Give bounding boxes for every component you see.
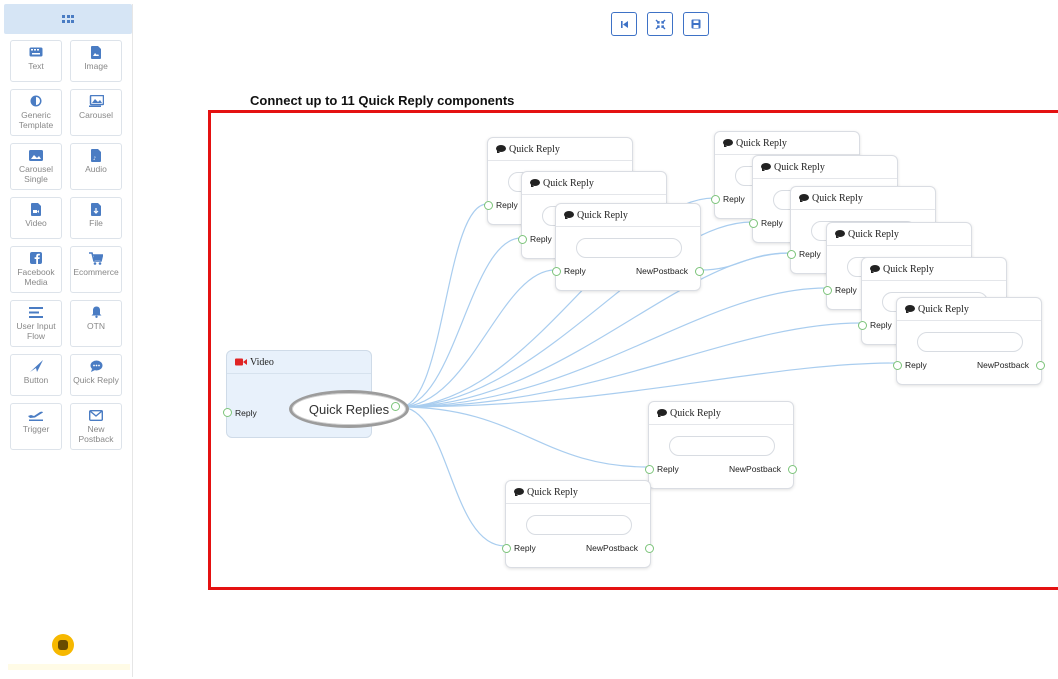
reply-label: Reply — [530, 234, 552, 244]
chat-bubble-icon — [799, 194, 809, 202]
reply-label: Reply — [564, 266, 586, 276]
wire — [399, 406, 649, 468]
hub-output-port[interactable] — [391, 402, 400, 411]
postback-label: NewPostback — [586, 543, 638, 553]
input-port[interactable] — [518, 235, 527, 244]
postback-label: NewPostback — [729, 464, 781, 474]
node-title: Quick Reply — [848, 228, 899, 240]
chat-bubble-icon — [835, 230, 845, 238]
node-header: Video — [227, 351, 371, 374]
chat-bubble-icon — [514, 488, 524, 496]
chat-bubble-icon — [723, 139, 733, 147]
wire — [399, 237, 522, 408]
node-header: Quick Reply — [522, 172, 666, 195]
input-port[interactable] — [823, 286, 832, 295]
input-port[interactable] — [749, 219, 758, 228]
node-title: Quick Reply — [670, 407, 721, 419]
quick-reply-node[interactable]: Quick Reply Reply NewPostback — [502, 480, 654, 568]
node-header: Quick Reply — [649, 402, 793, 425]
reply-label: Reply — [870, 320, 892, 330]
node-title: Quick Reply — [883, 263, 934, 275]
input-port[interactable] — [858, 321, 867, 330]
node-title: Quick Reply — [527, 486, 578, 498]
reply-text-input[interactable] — [917, 332, 1023, 352]
reply-text-input[interactable] — [576, 238, 682, 258]
node-header: Quick Reply — [791, 187, 935, 210]
node-title: Quick Reply — [918, 303, 969, 315]
input-port[interactable] — [223, 408, 232, 417]
quick-reply-node[interactable]: Quick Reply Reply NewPostback — [645, 401, 797, 489]
hub-label: Quick Replies — [308, 401, 390, 417]
chat-bubble-icon — [530, 179, 540, 187]
quick-reply-node[interactable]: Quick Reply Reply NewPostback — [552, 203, 704, 291]
node-header: Quick Reply — [488, 138, 632, 161]
node-title: Quick Reply — [577, 209, 628, 221]
node-header: Quick Reply — [862, 258, 1006, 281]
wire — [399, 406, 506, 547]
input-port[interactable] — [484, 201, 493, 210]
node-header: Quick Reply — [715, 132, 859, 155]
input-port[interactable] — [787, 250, 796, 259]
output-port[interactable] — [645, 544, 654, 553]
wire — [399, 203, 488, 408]
output-port[interactable] — [788, 465, 797, 474]
input-port[interactable] — [711, 195, 720, 204]
node-header: Quick Reply — [506, 481, 650, 504]
output-port[interactable] — [1036, 361, 1045, 370]
output-port[interactable] — [695, 267, 704, 276]
reply-label: Reply — [905, 360, 927, 370]
wire — [399, 322, 862, 408]
input-port[interactable] — [893, 361, 902, 370]
input-port[interactable] — [552, 267, 561, 276]
chat-bubble-icon — [657, 409, 667, 417]
reply-label: Reply — [235, 408, 257, 418]
wire — [399, 287, 827, 408]
wire — [700, 252, 791, 271]
postback-label: NewPostback — [636, 266, 688, 276]
quick-reply-node[interactable]: Quick Reply Reply NewPostback — [893, 297, 1045, 385]
node-title: Video — [250, 356, 274, 368]
reply-label: Reply — [761, 218, 783, 228]
node-title: Quick Reply — [812, 192, 863, 204]
reply-label: Reply — [496, 200, 518, 210]
chat-bubble-icon — [761, 163, 771, 171]
reply-text-input[interactable] — [669, 436, 775, 456]
reply-label: Reply — [799, 249, 821, 259]
node-title: Quick Reply — [736, 137, 787, 149]
node-header: Quick Reply — [827, 223, 971, 246]
input-port[interactable] — [502, 544, 511, 553]
node-title: Quick Reply — [774, 161, 825, 173]
chat-bubble-icon — [870, 265, 880, 273]
postback-label: NewPostback — [977, 360, 1029, 370]
input-port[interactable] — [645, 465, 654, 474]
node-header: Quick Reply — [897, 298, 1041, 321]
node-header: Quick Reply — [753, 156, 897, 179]
node-header: Quick Reply — [556, 204, 700, 227]
reply-label: Reply — [514, 543, 536, 553]
chat-bubble-icon — [564, 211, 574, 219]
node-title: Quick Reply — [543, 177, 594, 189]
reply-label: Reply — [835, 285, 857, 295]
reply-text-input[interactable] — [526, 515, 632, 535]
chat-bubble-icon — [496, 145, 506, 153]
video-camera-icon — [235, 358, 247, 366]
reply-label: Reply — [657, 464, 679, 474]
chat-bubble-icon — [905, 305, 915, 313]
node-title: Quick Reply — [509, 143, 560, 155]
reply-label: Reply — [723, 194, 745, 204]
